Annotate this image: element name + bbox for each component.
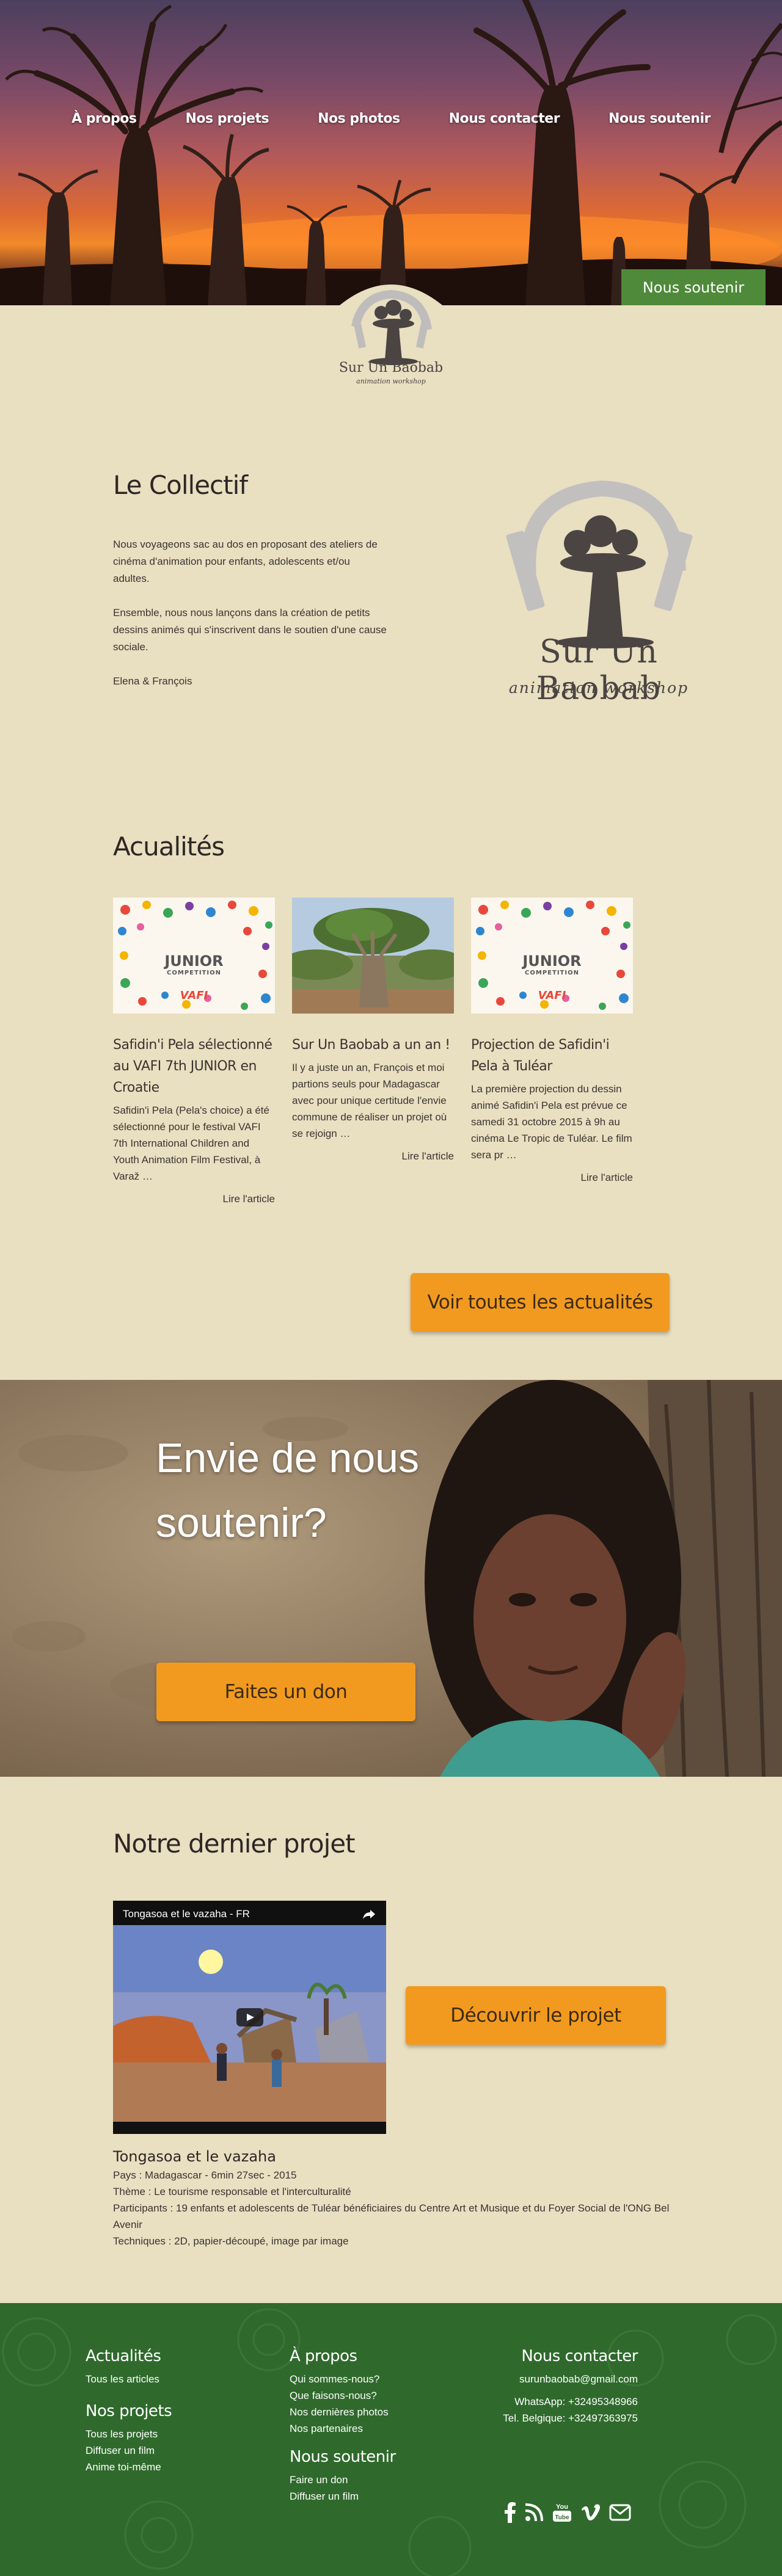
nav-link-nos-projets[interactable]: Nos projets	[185, 111, 269, 126]
project-info: Tongasoa et le vazaha Pays : Madagascar …	[113, 2146, 675, 2249]
read-article-link[interactable]: Lire l'article	[113, 1193, 275, 1205]
main-navigation: À propos Nos projets Nos photos Nous con…	[0, 111, 782, 126]
svg-text:Tube: Tube	[555, 2514, 569, 2521]
news-card-image[interactable]	[292, 898, 454, 1014]
project-detail-line: Thème : Le tourisme responsable et l'int…	[113, 2186, 351, 2197]
footer-link[interactable]: Tous les articles	[86, 2371, 172, 2387]
logo-tagline: animation workshop	[356, 377, 426, 385]
news-card: JUNIOR COMPETITION VAFI Safidin'i Pela s…	[113, 898, 275, 1205]
news-card-image-sublabel: COMPETITION	[167, 970, 221, 976]
collectif-title: Le Collectif	[113, 470, 248, 500]
footer-about-column: À propos Qui sommes-nous? Que faisons-no…	[290, 2348, 396, 2505]
nav-link-nos-photos[interactable]: Nos photos	[318, 111, 400, 126]
news-card-image-label: JUNIOR	[522, 952, 582, 970]
footer-link[interactable]: Qui sommes-nous?	[290, 2371, 396, 2387]
collectif-text: Nous voyageons sac au dos en proposant d…	[113, 536, 388, 707]
svg-text:You: You	[556, 2503, 568, 2511]
discover-project-button[interactable]: Découvrir le projet	[406, 1986, 666, 2045]
news-card-excerpt: Il y a juste un an, François et moi part…	[292, 1062, 447, 1139]
play-icon[interactable]	[236, 2008, 263, 2026]
footer-link[interactable]: Anime toi-même	[86, 2459, 172, 2475]
footer-news-column: Actualités Tous les articles Nos projets…	[86, 2348, 172, 2475]
project-detail-line: Participants : 19 enfants et adolescents…	[113, 2202, 670, 2230]
read-article-link[interactable]: Lire l'article	[292, 1150, 454, 1163]
news-card-excerpt: La première projection du dessin animé S…	[471, 1083, 632, 1161]
rss-icon[interactable]	[525, 2502, 543, 2523]
news-card-title[interactable]: Safidin'i Pela sélectionné au VAFI 7th J…	[113, 1034, 275, 1098]
youtube-icon[interactable]: You Tube	[552, 2502, 572, 2523]
facebook-icon[interactable]	[504, 2502, 516, 2523]
footer-link[interactable]: Diffuser un film	[86, 2442, 172, 2459]
donate-button[interactable]: Faites un don	[156, 1663, 415, 1721]
nav-link-nous-contacter[interactable]: Nous contacter	[449, 111, 560, 126]
footer-link[interactable]: Que faisons-nous?	[290, 2387, 396, 2404]
support-heading: Envie de nous soutenir?	[156, 1435, 419, 1546]
read-article-link[interactable]: Lire l'article	[471, 1172, 633, 1184]
news-card: JUNIOR COMPETITION VAFI Projection de Sa…	[471, 898, 633, 1184]
footer-support-title: Nous soutenir	[290, 2448, 396, 2466]
news-card-title[interactable]: Sur Un Baobab a un an !	[292, 1034, 454, 1056]
footer-link[interactable]: Nos dernières photos	[290, 2404, 396, 2420]
footer-link[interactable]: Diffuser un film	[290, 2488, 396, 2505]
nav-link-a-propos[interactable]: À propos	[71, 111, 137, 126]
video-player[interactable]: Tongasoa et le vazaha - FR	[113, 1901, 386, 2134]
project-detail-line: Techniques : 2D, papier-découpé, image p…	[113, 2235, 349, 2247]
footer-link[interactable]: Nos partenaires	[290, 2420, 396, 2437]
news-card-excerpt: Safidin'i Pela (Pela's choice) a été sél…	[113, 1105, 269, 1182]
collectif-logo: Sur Un Baobab animation workshop	[473, 470, 724, 714]
footer-link[interactable]: Faire un don	[290, 2472, 396, 2488]
footer-phone: Tel. Belgique: +32497363975	[503, 2412, 638, 2424]
footer-contact-title: Nous contacter	[521, 2347, 638, 2365]
nav-link-nous-soutenir[interactable]: Nous soutenir	[608, 111, 711, 126]
collectif-signature: Elena & François	[113, 675, 192, 687]
news-card-image-sublabel: COMPETITION	[525, 970, 579, 976]
vafi-logo: VAFI	[538, 989, 566, 1002]
footer-email-link[interactable]: surunbaobab@gmail.com	[464, 2371, 638, 2387]
site-footer: Actualités Tous les articles Nos projets…	[0, 2303, 782, 2576]
news-card: Sur Un Baobab a un an ! Il y a juste un …	[292, 898, 454, 1163]
footer-contact-column: Nous contacter surunbaobab@gmail.com Wha…	[464, 2348, 638, 2426]
footer-projects-title: Nos projets	[86, 2402, 172, 2420]
hero-banner: À propos Nos projets Nos photos Nous con…	[0, 0, 782, 305]
project-name: Tongasoa et le vazaha	[113, 2148, 276, 2165]
footer-about-title: À propos	[290, 2347, 357, 2365]
project-detail-line: Pays : Madagascar - 6min 27sec - 2015	[113, 2169, 297, 2181]
news-card-image[interactable]: JUNIOR COMPETITION VAFI	[471, 898, 633, 1014]
news-card-image[interactable]: JUNIOR COMPETITION VAFI	[113, 898, 275, 1014]
baobab-logo-large-icon	[506, 480, 693, 648]
hero-support-button[interactable]: Nous soutenir	[621, 269, 766, 305]
social-links: You Tube	[504, 2502, 631, 2523]
video-title: Tongasoa et le vazaha - FR	[123, 1908, 250, 1920]
mail-icon[interactable]	[609, 2502, 631, 2523]
baobab-sunset-image	[0, 0, 782, 305]
vafi-logo: VAFI	[180, 989, 208, 1002]
collectif-logo-tagline: animation workshop	[508, 679, 689, 697]
baobab-photo-icon	[292, 898, 454, 1014]
site-logo[interactable]: Sur Un Baobab animation workshop	[325, 269, 457, 391]
all-news-button[interactable]: Voir toutes les actualités	[411, 1273, 670, 1332]
news-card-title[interactable]: Projection de Safidin'i Pela à Tuléar	[471, 1034, 633, 1077]
news-card-image-label: JUNIOR	[164, 952, 224, 970]
support-banner: Envie de nous soutenir? Faites un don	[0, 1380, 782, 1777]
footer-link[interactable]: Tous les projets	[86, 2426, 172, 2442]
collectif-paragraph: Nous voyageons sac au dos en proposant d…	[113, 539, 378, 584]
logo-name: Sur Un Baobab	[338, 360, 444, 376]
vimeo-icon[interactable]	[581, 2502, 601, 2523]
collectif-paragraph: Ensemble, nous nous lançons dans la créa…	[113, 607, 387, 653]
footer-news-title: Actualités	[86, 2347, 161, 2365]
project-title: Notre dernier projet	[113, 1829, 356, 1859]
share-icon[interactable]	[362, 1908, 376, 1920]
footer-whatsapp: WhatsApp: +32495348966	[514, 2396, 638, 2407]
news-title: Acualités	[113, 832, 225, 862]
